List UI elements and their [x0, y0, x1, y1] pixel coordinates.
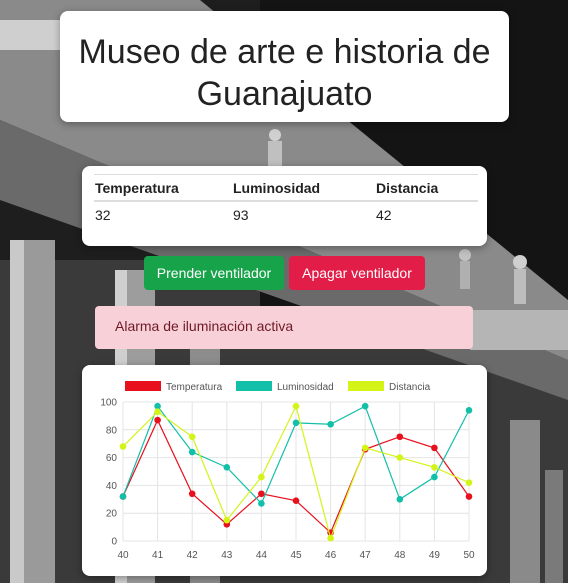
data-point-distancia[interactable]: [188, 433, 196, 441]
data-point-temperatura[interactable]: [188, 490, 196, 498]
x-tick-label: 49: [429, 550, 441, 561]
data-point-distancia[interactable]: [327, 534, 334, 542]
data-point-luminosidad[interactable]: [327, 420, 334, 428]
value-distancia: 42: [376, 207, 392, 223]
data-point-temperatura[interactable]: [465, 493, 473, 500]
table-header-row: Temperatura Luminosidad Distancia: [94, 174, 478, 202]
legend-swatch-temperatura[interactable]: [125, 381, 161, 391]
page-title: Museo de arte e historia de Guanajuato: [78, 33, 491, 113]
data-point-temperatura[interactable]: [258, 490, 265, 498]
data-point-luminosidad[interactable]: [188, 448, 196, 456]
x-tick-label: 48: [394, 550, 406, 561]
fan-on-button[interactable]: Prender ventilador: [144, 256, 284, 290]
x-tick-label: 42: [187, 550, 199, 561]
x-tick-label: 43: [221, 550, 233, 561]
header-distancia: Distancia: [375, 174, 478, 202]
data-point-distancia[interactable]: [361, 444, 369, 452]
data-point-distancia[interactable]: [465, 479, 473, 486]
legend-label-distancia: Distancia: [389, 382, 431, 393]
data-point-luminosidad[interactable]: [223, 464, 231, 471]
header-temperatura: Temperatura: [94, 174, 232, 202]
data-point-distancia[interactable]: [431, 464, 438, 471]
legend-swatch-distancia[interactable]: [348, 381, 384, 391]
chart-card: 0 20 40 60 80 100 40 41 42 43 44 45 46 47 48 49 50 Temper…: [82, 365, 487, 576]
x-tick-label: 50: [463, 550, 475, 561]
data-point-distancia[interactable]: [258, 473, 265, 481]
data-point-luminosidad[interactable]: [258, 500, 265, 507]
y-tick-label: 0: [111, 537, 117, 548]
legend-swatch-luminosidad[interactable]: [236, 381, 272, 391]
x-tick-label: 41: [152, 550, 164, 561]
y-tick-label: 40: [106, 481, 118, 492]
data-point-luminosidad[interactable]: [431, 473, 438, 481]
data-point-temperatura[interactable]: [154, 416, 161, 424]
data-point-distancia[interactable]: [396, 454, 404, 461]
x-tick-label: 40: [117, 550, 129, 561]
title-card: Museo de arte e historia de Guanajuato: [60, 11, 509, 122]
data-point-luminosidad[interactable]: [396, 496, 404, 503]
sensor-line-chart: 0 20 40 60 80 100 40 41 42 43 44 45 46 47 48 49 50 Temper…: [100, 381, 475, 561]
x-tick-label: 44: [256, 550, 268, 561]
data-point-luminosidad[interactable]: [361, 402, 369, 410]
fan-off-button[interactable]: Apagar ventilador: [289, 256, 425, 290]
x-tick-label: 47: [360, 550, 372, 561]
legend-label-luminosidad: Luminosidad: [277, 382, 334, 393]
data-point-distancia[interactable]: [154, 408, 161, 416]
data-point-distancia[interactable]: [223, 516, 231, 524]
x-tick-label: 45: [290, 550, 302, 561]
data-point-distancia[interactable]: [119, 443, 127, 450]
sensor-table: Temperatura Luminosidad Distancia 32 93 …: [94, 174, 478, 227]
table-row: 32 93 42: [94, 201, 478, 227]
value-luminosidad: 93: [233, 207, 249, 223]
data-point-distancia[interactable]: [292, 402, 300, 410]
y-tick-label: 100: [100, 398, 117, 409]
y-tick-label: 60: [106, 453, 118, 464]
y-tick-label: 80: [106, 425, 118, 436]
sensor-card: Temperatura Luminosidad Distancia 32 93 …: [82, 166, 487, 246]
value-temperatura: 32: [95, 207, 111, 223]
data-point-temperatura[interactable]: [396, 433, 404, 441]
data-point-temperatura[interactable]: [292, 497, 300, 504]
header-luminosidad: Luminosidad: [232, 174, 375, 202]
x-tick-label: 46: [325, 550, 337, 561]
data-point-temperatura[interactable]: [431, 444, 438, 452]
data-point-luminosidad[interactable]: [292, 419, 300, 427]
light-alarm-alert: Alarma de iluminación activa: [95, 306, 473, 349]
data-point-luminosidad[interactable]: [465, 407, 473, 414]
data-point-luminosidad[interactable]: [119, 493, 127, 500]
legend-label-temperatura: Temperatura: [166, 382, 223, 393]
y-tick-label: 20: [106, 509, 118, 520]
